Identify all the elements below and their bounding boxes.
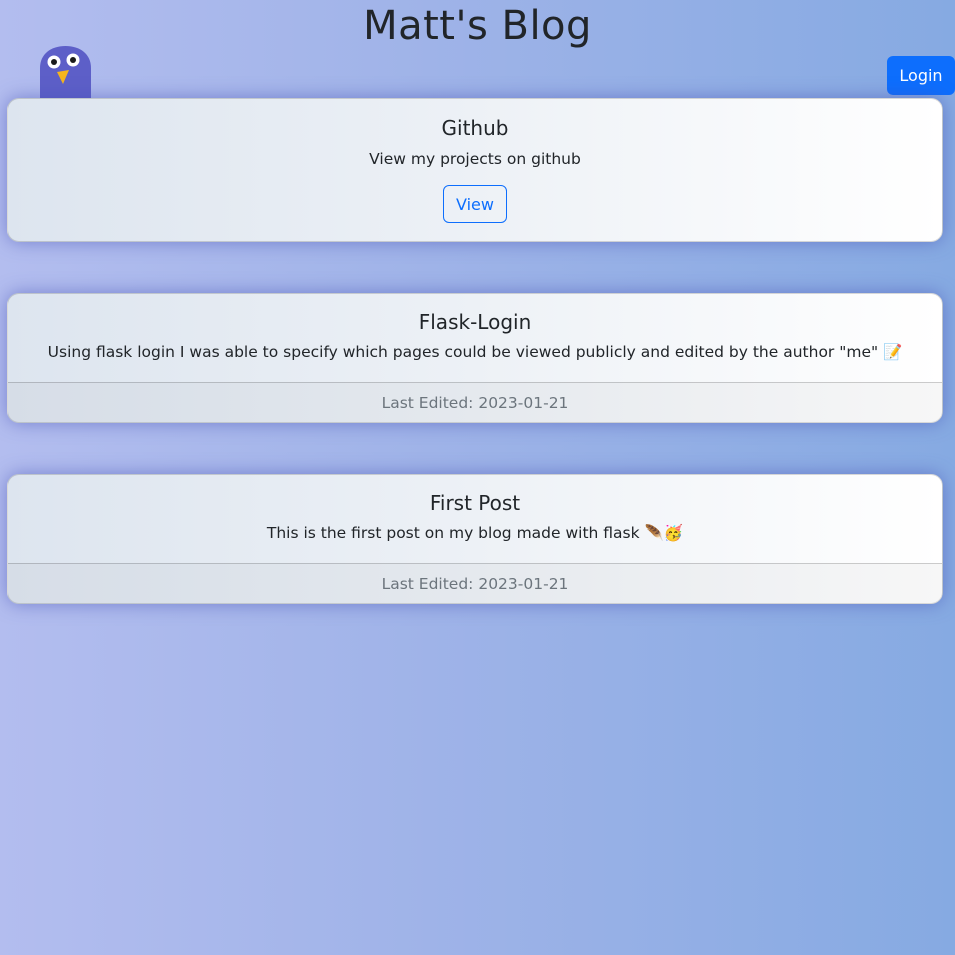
github-card-text: View my projects on github [369, 150, 581, 168]
post-card[interactable]: First Post This is the first post on my … [7, 474, 943, 604]
post-text: Using flask login I was able to specify … [47, 343, 903, 361]
post-card-body: First Post This is the first post on my … [8, 475, 942, 563]
view-github-button[interactable]: View [443, 185, 507, 223]
page-title: Matt's Blog [363, 3, 592, 49]
owl-mascot-icon [40, 46, 91, 99]
post-title: Flask-Login [418, 310, 532, 334]
github-card-body: Github View my projects on github View [8, 99, 942, 223]
login-button[interactable]: Login [887, 56, 955, 95]
post-card[interactable]: Flask-Login Using flask login I was able… [7, 293, 943, 423]
post-footer-last-edited: Last Edited: 2023-01-21 [8, 563, 942, 603]
github-card-title: Github [441, 116, 509, 140]
post-footer-last-edited: Last Edited: 2023-01-21 [8, 382, 942, 422]
post-card-body: Flask-Login Using flask login I was able… [8, 294, 942, 382]
github-card: Github View my projects on github View [7, 98, 943, 242]
post-title: First Post [429, 491, 521, 515]
post-text: This is the first post on my blog made w… [266, 524, 684, 542]
